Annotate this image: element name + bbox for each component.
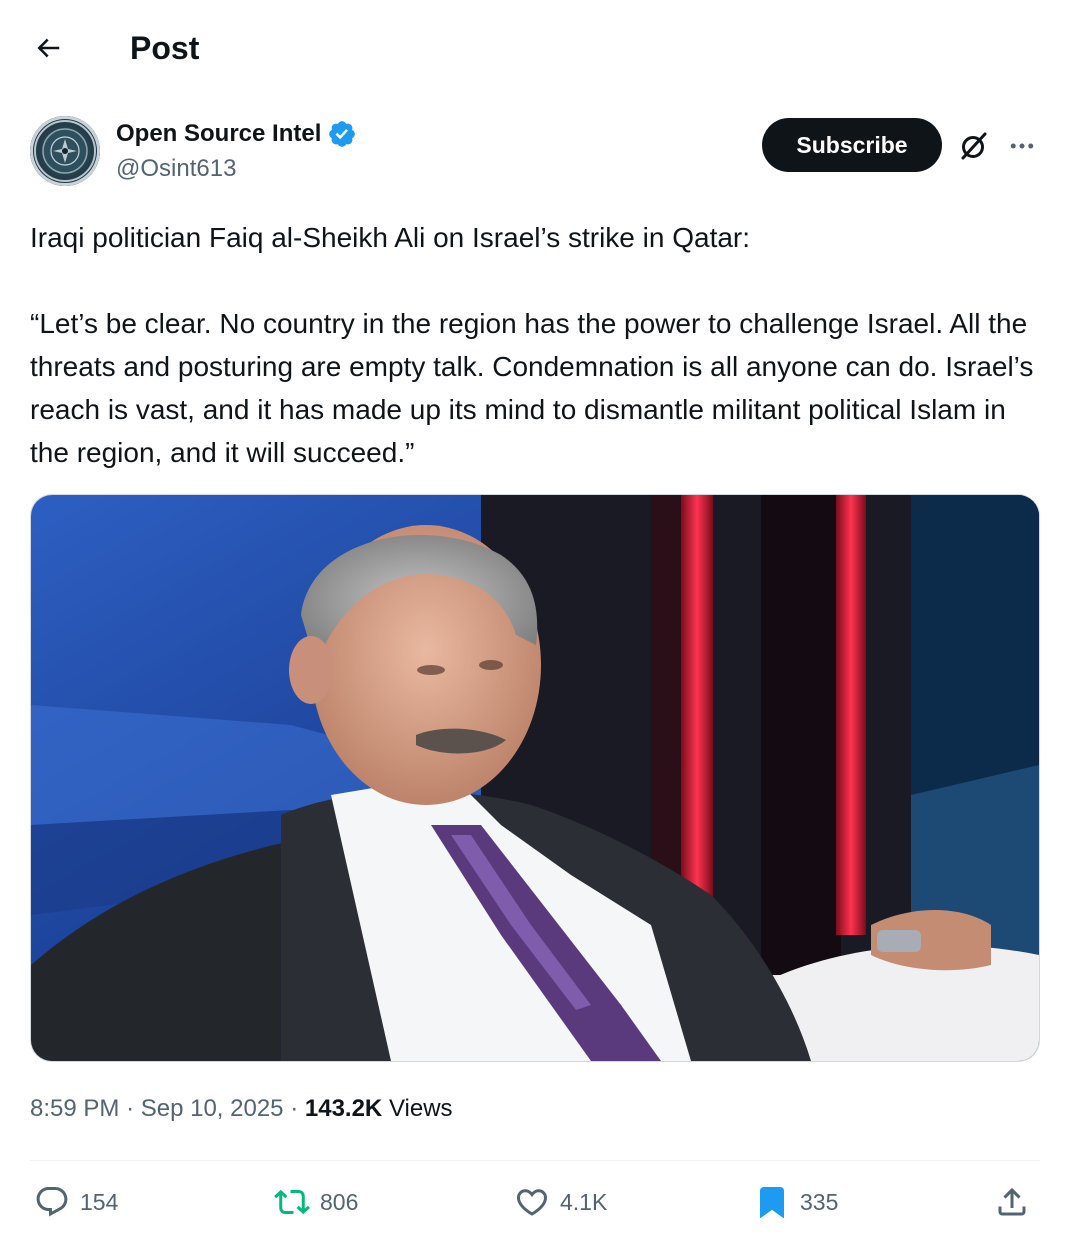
meta-separator: ·	[290, 1095, 299, 1122]
views-label: Views	[388, 1095, 453, 1122]
author-name[interactable]: Open Source Intel	[116, 118, 321, 150]
back-button[interactable]	[30, 30, 66, 66]
meta-separator: ·	[126, 1095, 135, 1122]
reply-count: 154	[80, 1188, 119, 1215]
tweet-meta: 8:59 PM · Sep 10, 2025 · 143.2K Views	[30, 1092, 453, 1126]
author-block: Open Source Intel @Osint613	[116, 118, 357, 184]
subscribe-button[interactable]: Subscribe	[762, 118, 942, 172]
bookmark-button[interactable]: 335	[754, 1180, 838, 1224]
grok-button[interactable]	[956, 128, 992, 164]
share-button[interactable]	[994, 1180, 1030, 1224]
tweet-text: Iraqi politician Faiq al-Sheikh Ali on I…	[30, 216, 1040, 474]
like-icon	[516, 1189, 548, 1216]
repost-count: 806	[320, 1188, 359, 1215]
tweet-intro: Iraqi politician Faiq al-Sheikh Ali on I…	[30, 222, 751, 253]
media-photo	[31, 495, 1039, 1061]
more-button[interactable]	[1004, 128, 1040, 164]
top-bar: Post	[0, 0, 1068, 96]
reply-button[interactable]: 154	[34, 1180, 118, 1224]
post-time[interactable]: 8:59 PM	[30, 1095, 119, 1122]
grok-icon	[961, 132, 987, 160]
like-count: 4.1K	[560, 1188, 608, 1215]
divider	[30, 1160, 1040, 1161]
page-title: Post	[130, 30, 200, 66]
like-button[interactable]: 4.1K	[514, 1180, 607, 1224]
bookmark-count: 335	[800, 1188, 839, 1215]
share-icon	[998, 1187, 1026, 1216]
action-bar: 154 806 4.1K 335	[30, 1180, 1040, 1224]
post-date[interactable]: Sep 10, 2025	[141, 1095, 284, 1122]
repost-icon	[274, 1189, 310, 1215]
more-icon	[1010, 143, 1034, 149]
tweet-quote: “Let’s be clear. No country in the regio…	[30, 308, 1034, 468]
author-handle[interactable]: @Osint613	[116, 154, 357, 184]
avatar-emblem-icon	[34, 120, 96, 182]
views-count: 143.2K	[304, 1095, 383, 1122]
tweet-media-image[interactable]	[30, 494, 1040, 1062]
reply-icon	[36, 1187, 68, 1217]
back-arrow-icon	[37, 38, 60, 58]
verified-badge-icon[interactable]	[327, 119, 357, 149]
bookmark-icon	[760, 1187, 784, 1219]
repost-button[interactable]: 806	[274, 1180, 358, 1224]
avatar[interactable]	[30, 116, 100, 186]
